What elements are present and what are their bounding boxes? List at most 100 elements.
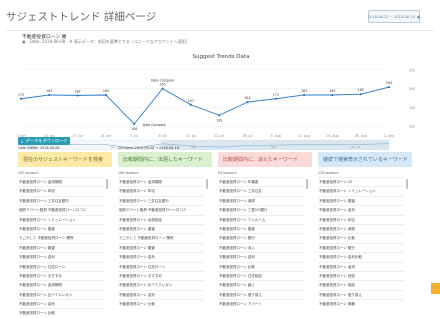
keyword-meta: ▣ Date: 2018-06-08 ※ 表示データ：前回を基準とする（ユニーク… bbox=[22, 39, 190, 45]
keyword-row[interactable]: 不動産投資ローン 審査 bbox=[18, 242, 104, 252]
keyword-row[interactable]: 不動産投資ローン 三菱UFJ銀行 bbox=[218, 205, 304, 214]
keyword-row[interactable]: 不動産投資ローン 比べてエレガン bbox=[18, 289, 104, 299]
keyword-row[interactable]: 不動産投資ローン 相談 bbox=[318, 280, 404, 289]
keyword-row[interactable]: 不動産投資ローン 金利 bbox=[18, 299, 104, 308]
keyword-row[interactable]: 不動産投資ローン 減税 bbox=[318, 223, 404, 233]
keyword-row[interactable]: 不動産投資ローン 団信 bbox=[318, 270, 404, 280]
keyword-row[interactable]: 不動産投資ローン 三井住友銀行 bbox=[118, 195, 204, 205]
compare-range-label: Compare 2018-06-08 → 2018-06-18 bbox=[118, 146, 179, 150]
category-appeared-keywords[interactable]: 比較期間内に、出現したキーワード bbox=[118, 152, 212, 167]
data-label: 183 bbox=[103, 89, 109, 93]
data-point bbox=[331, 93, 334, 97]
keyword-row[interactable]: 不動産投資ローン 減税 bbox=[218, 195, 304, 205]
keyword-row[interactable]: 不動産投資ローン 審査 bbox=[218, 223, 304, 233]
keyword-row[interactable]: 不動産投資ローン ワンルーム bbox=[218, 214, 304, 224]
csv-download-button[interactable]: ⇩ データをダウンロード bbox=[18, 137, 70, 145]
list-scrollbar[interactable] bbox=[106, 179, 108, 189]
keyword-row[interactable]: 個別アパート融資 不動産投資ローン口コミ bbox=[18, 205, 104, 214]
keyword-row[interactable]: 不動産投資ローン 比較 bbox=[318, 233, 404, 242]
keyword-row[interactable]: 不動産投資ローン 比較 bbox=[18, 308, 104, 317]
keyword-row[interactable]: 不動産投資ローン 借り換え bbox=[318, 289, 404, 299]
keyword-row[interactable]: 不動産投資ローン 金利比較 bbox=[318, 252, 404, 261]
keyword-row[interactable]: 不動産投資ローン 無職 bbox=[318, 299, 404, 308]
data-point bbox=[218, 114, 221, 117]
data-point bbox=[359, 93, 362, 96]
keyword-row[interactable]: 不動産投資ローン 借り換え bbox=[218, 289, 304, 299]
keyword-row[interactable]: 不動産投資ローン 銀行 bbox=[318, 242, 404, 252]
keyword-row[interactable]: 不動産投資ローン おすすめ bbox=[18, 270, 104, 280]
keyword-row[interactable]: 不動産投資ローン 年収 bbox=[18, 186, 104, 195]
data-label: 185 bbox=[358, 88, 364, 92]
keyword-row[interactable]: 不動産投資ローン 審査 bbox=[118, 223, 204, 233]
keyword-row[interactable]: うごかして 不動産投資ローン 関係 bbox=[118, 233, 204, 242]
keyword-row[interactable]: 不動産投資ローン 住宅ローン bbox=[118, 261, 204, 271]
list-scrollbar[interactable] bbox=[306, 179, 308, 189]
keyword-row[interactable]: 不動産投資ローン 比べてエレガン bbox=[118, 280, 204, 289]
keyword-row[interactable]: 不動産投資ローン 返済期間 bbox=[18, 280, 104, 289]
keyword-list-current: 183 keyword 不動産投資ローン 返済期間 不動産投資ローン 年収 不動産投資… bbox=[18, 171, 104, 318]
keyword-row[interactable]: 不動産投資ローン 比較 bbox=[218, 261, 304, 271]
keyword-row[interactable]: うごかして 不動産投資ローン 関係 bbox=[18, 233, 104, 242]
keyword-row[interactable]: 不動産投資ローン おすすめ bbox=[118, 270, 204, 280]
y-tick-label: 250 bbox=[409, 68, 415, 72]
keyword-row[interactable]: 不動産投資ローン 銀行 bbox=[218, 233, 304, 242]
corner-badge[interactable] bbox=[431, 283, 440, 294]
date-select-label: Date Select: 2018-06-08 bbox=[18, 146, 60, 150]
keyword-row[interactable]: 不動産投資ローン アパート bbox=[218, 299, 304, 308]
csv-download-label: データをダウンロード bbox=[25, 138, 68, 143]
keyword-row[interactable]: 不動産投資ローン 金利 bbox=[318, 205, 404, 214]
data-point bbox=[246, 101, 249, 104]
keyword-row[interactable]: 不動産投資ローン 金利 bbox=[18, 252, 104, 261]
keyword-row[interactable]: 不動産投資ローン 年収 bbox=[118, 186, 204, 195]
keyword-row[interactable]: 不動産投資ローン 三井住友銀行 bbox=[18, 195, 104, 205]
keyword-row[interactable]: 不動産投資ローン シミュレーション bbox=[318, 186, 404, 195]
max-annotation: Date Compare bbox=[151, 79, 174, 83]
x-tick-label: 26. Aug bbox=[355, 134, 367, 138]
x-tick-label: 15. Jul bbox=[186, 134, 196, 138]
keyword-row[interactable]: 不動産投資ローン 審査 bbox=[18, 223, 104, 233]
keyword-row[interactable]: 不動産投資ローン 三井住友 bbox=[218, 186, 304, 195]
keyword-row[interactable]: 不動産投資ローン 年審査 bbox=[218, 177, 304, 186]
chart-title: Suggest Trends Data bbox=[192, 54, 250, 60]
data-label: 183 bbox=[46, 89, 52, 93]
keyword-row[interactable]: 不動産投資ローン 全部相談 bbox=[118, 214, 204, 224]
keyword-row[interactable]: 不動産投資ローン 返済期間 bbox=[18, 177, 104, 186]
keyword-row[interactable]: 不動産投資ローン 住宅相談 bbox=[218, 270, 304, 280]
keyword-row[interactable]: 個別アパート融資 不動産投資ローン口コミ bbox=[118, 205, 204, 214]
keyword-row[interactable]: 不動産投資ローン 返済 bbox=[318, 261, 404, 271]
calendar-icon: ▣ bbox=[22, 39, 26, 44]
data-point bbox=[104, 93, 108, 97]
category-current-keywords[interactable]: 現在のサジェストキーワードを検索 bbox=[18, 152, 112, 167]
keyword-list-continued: 228 keyword 不動産投資ローン 20 不動産投資ローン シミュレーション不… bbox=[318, 171, 404, 308]
keyword-row[interactable]: 不動産投資ローン 収入 bbox=[218, 242, 304, 252]
keyword-row[interactable]: 不動産投資ローン 審査 bbox=[118, 242, 204, 252]
list-scrollbar[interactable] bbox=[206, 179, 208, 189]
keyword-row[interactable]: 不動産投資ローン 住宅ローン bbox=[18, 261, 104, 271]
keyword-row[interactable]: 不動産投資ローン 金利 bbox=[118, 289, 204, 299]
keyword-row[interactable]: 不動産投資ローン 繰上 bbox=[218, 280, 304, 289]
trend-chart: Suggest Trends Data 100 150 200 250 3. Jun 10… bbox=[16, 46, 425, 151]
x-tick-label: 12. Aug bbox=[298, 134, 310, 138]
data-point bbox=[161, 87, 164, 90]
min-annotation: Date Compare bbox=[143, 123, 166, 127]
y-tick-label: 150 bbox=[409, 106, 415, 110]
keyword-row[interactable]: 不動産投資ローン 返済期間 bbox=[118, 177, 204, 186]
keyword-row[interactable]: 不動産投資ローン 金利 bbox=[118, 252, 204, 261]
keyword-row[interactable]: 不動産投資ローン 比較 bbox=[118, 299, 204, 308]
data-label: 182 bbox=[75, 89, 81, 93]
category-disappeared-keywords[interactable]: 比較期間内に、消えたキーワード bbox=[218, 152, 312, 167]
navigator-label: Jul bbox=[110, 145, 115, 149]
x-tick-label: 5. Aug bbox=[271, 134, 281, 138]
keyword-row[interactable]: 不動産投資ローン シミュレーション bbox=[18, 214, 104, 224]
list-scrollbar[interactable] bbox=[406, 179, 408, 189]
category-continued-keywords[interactable]: 継続で検索表示されているキーワード bbox=[318, 152, 412, 167]
date-range-button[interactable]: 2018-06-22 ~ 2018-08-19 ▣ bbox=[368, 10, 420, 23]
keyword-row[interactable]: 不動産投資ローン 審査 bbox=[318, 195, 404, 205]
keyword-meta-note: ※ 表示データ：前回を基準とする（ユニークなアカウントへ適用） bbox=[69, 39, 190, 44]
data-point bbox=[76, 94, 79, 97]
keyword-row[interactable]: 不動産投資ローン 金利 bbox=[218, 252, 304, 261]
data-label: 204 bbox=[386, 81, 392, 85]
keyword-row[interactable]: 不動産投資ローン 年収 bbox=[318, 214, 404, 224]
trend-chart-svg: 1001502002503. Jun 10. Jun 17. Jun 24. Jun 1… bbox=[16, 68, 415, 151]
keyword-row[interactable]: 不動産投資ローン 20 bbox=[318, 177, 404, 186]
